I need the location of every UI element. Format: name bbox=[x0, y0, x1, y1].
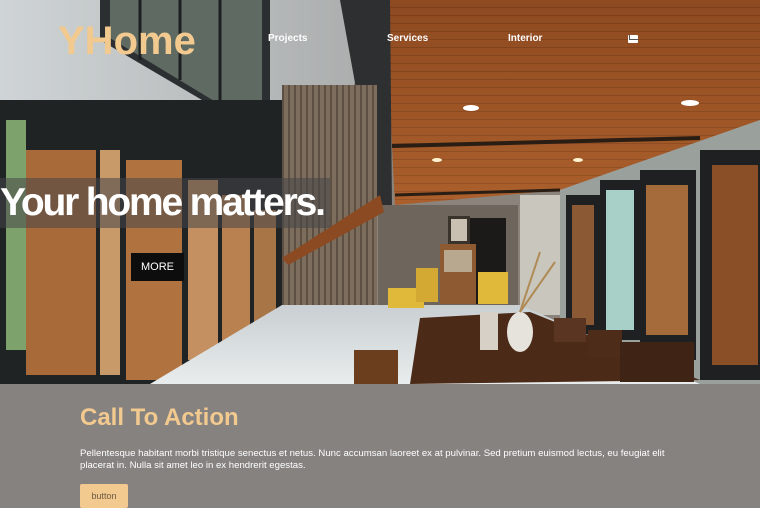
call-to-action-section: Call To Action Pellentesque habitant mor… bbox=[0, 384, 760, 508]
nav-link-services[interactable]: Services bbox=[387, 33, 428, 45]
hero-section: YHome Projects Services Interior Your ho… bbox=[0, 0, 760, 384]
logo[interactable]: YHome bbox=[58, 18, 196, 64]
hero-headline: Your home matters. bbox=[0, 178, 330, 228]
nav-link-interior[interactable]: Interior bbox=[508, 33, 542, 45]
envelope-icon[interactable] bbox=[628, 35, 638, 43]
cta-text: Pellentesque habitant morbi tristique se… bbox=[80, 448, 665, 471]
cta-title: Call To Action bbox=[80, 404, 239, 431]
nav-link-projects[interactable]: Projects bbox=[268, 33, 307, 45]
cta-button[interactable]: button bbox=[80, 484, 128, 508]
more-button[interactable]: MORE bbox=[131, 253, 184, 281]
